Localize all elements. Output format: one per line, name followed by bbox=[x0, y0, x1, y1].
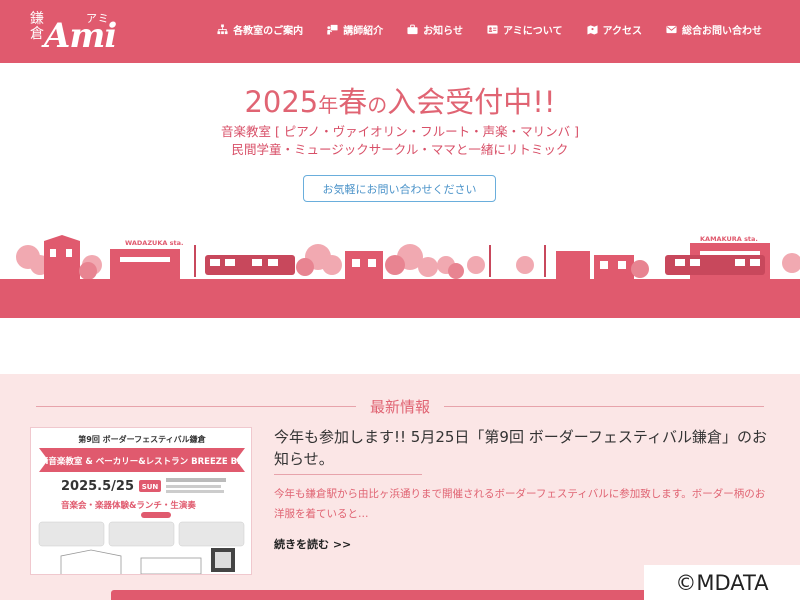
site-header: 鎌倉 アミ Ami 各教室のご案内 講師紹介 お知らせ アミについて アクセス … bbox=[0, 0, 800, 63]
hero-nen: 年 bbox=[318, 93, 339, 117]
envelope-icon bbox=[666, 25, 677, 34]
news-heading: 最新情報 bbox=[0, 396, 800, 417]
nav-contact[interactable]: 総合お問い合わせ bbox=[666, 22, 762, 37]
news-title-link[interactable]: 今年も参加します!! 5月25日「第9回 ボーダーフェスティバル鎌倉」のお知らせ… bbox=[274, 426, 774, 470]
hero-year: 2025 bbox=[244, 85, 319, 119]
nav-label: 講師紹介 bbox=[343, 26, 384, 37]
station-label-right: KAMAKURA sta. bbox=[700, 235, 758, 243]
nav-label: 各教室のご案内 bbox=[233, 26, 304, 37]
hero-title: 2025年春の入会受付中!! bbox=[0, 79, 800, 121]
read-more-link[interactable]: 続きを読む >> bbox=[274, 536, 351, 552]
nav-about[interactable]: アミについて bbox=[487, 22, 563, 37]
hero-courses: 音楽教室 [ ピアノ・ヴァイオリン・フルート・声楽・マリンバ ] bbox=[220, 124, 580, 139]
nav-teachers[interactable]: 講師紹介 bbox=[327, 22, 383, 37]
briefcase-icon bbox=[407, 24, 418, 35]
nav-label: アクセス bbox=[602, 26, 643, 37]
station-label-left: WADAZUKA sta. bbox=[125, 239, 184, 247]
map-icon bbox=[586, 25, 598, 35]
hero-main: 入会受付中!! bbox=[387, 85, 556, 119]
hero-spring: 春 bbox=[338, 85, 368, 119]
teacher-icon bbox=[327, 24, 338, 35]
contact-cta-button[interactable]: お気軽にお問い合わせください bbox=[303, 175, 496, 202]
divider bbox=[274, 474, 422, 475]
news-heading-label: 最新情報 bbox=[369, 398, 430, 416]
nav-label: お知らせ bbox=[423, 26, 463, 37]
hero-section: 2025年春の入会受付中!! 音楽教室 [ ピアノ・ヴァイオリン・フルート・声楽… bbox=[0, 63, 800, 318]
hero-no: の bbox=[367, 93, 388, 117]
hero-programs: 民間学童・ミュージックサークル・ママと一緒にリトミック bbox=[231, 142, 569, 157]
next-card-edge bbox=[111, 590, 661, 600]
flyer-event: 第9回 ボーダーフェスティバル鎌倉 bbox=[78, 434, 206, 444]
sitemap-icon bbox=[217, 24, 228, 35]
site-logo[interactable]: 鎌倉 アミ Ami bbox=[30, 8, 130, 57]
news-flyer-image[interactable]: 第9回 ボーダーフェスティバル鎌倉 Ami音楽教室 & ベーカリー&レストラン … bbox=[30, 427, 252, 575]
main-nav: 各教室のご案内 講師紹介 お知らせ アミについて アクセス 総合お問い合わせ bbox=[217, 22, 762, 37]
nav-access[interactable]: アクセス bbox=[586, 22, 643, 37]
flyer-date: 2025.5/25 bbox=[61, 479, 134, 494]
nav-news[interactable]: お知らせ bbox=[407, 22, 463, 37]
town-illustration: WADAZUKA sta. KAMAKURA sta. bbox=[0, 235, 800, 318]
id-card-icon bbox=[487, 25, 498, 34]
flyer-weekday: SUN bbox=[142, 483, 159, 491]
flyer-program: 音楽会・楽器体験&ランチ・生演奏 bbox=[61, 500, 196, 511]
divider bbox=[444, 406, 764, 407]
divider bbox=[35, 406, 356, 407]
flyer-banner: Ami音楽教室 & ベーカリー&レストラン BREEZE BIRD bbox=[31, 456, 252, 467]
logo-name: Ami bbox=[44, 16, 117, 56]
watermark: ©MDATA bbox=[644, 565, 800, 600]
nav-label: 総合お問い合わせ bbox=[682, 26, 762, 37]
nav-label: アミについて bbox=[503, 26, 563, 37]
news-excerpt: 今年も鎌倉駅から由比ヶ浜通りまで開催されるボーダーフェスティバルに参加致します。… bbox=[274, 488, 766, 520]
nav-classrooms[interactable]: 各教室のご案内 bbox=[217, 22, 303, 37]
